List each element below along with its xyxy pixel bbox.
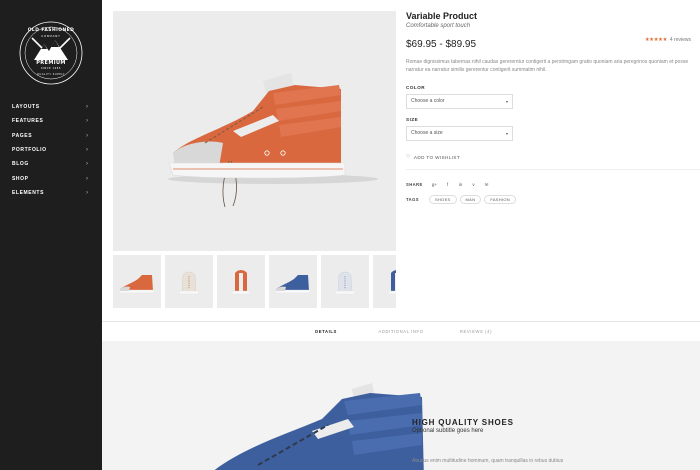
brand-line-4: SINCE 1985 [40,67,62,70]
chevron-right-icon: › [86,147,88,154]
brand-logo[interactable]: OLD FASHIONED COMPANY PREMIUM SINCE 1985… [18,20,84,86]
sidebar-item-label: SHOP [12,175,29,182]
product-description: Romae dignissimus tabernas nihil caudas … [406,59,689,73]
tag-shoes[interactable]: SHOES [429,195,457,204]
chevron-right-icon: › [86,175,88,182]
size-select[interactable]: Choose a size ▾ [406,126,513,141]
thumbnail-strip [113,255,396,309]
sidebar-item-label: BLOG [12,161,29,168]
sidebar-item-shop[interactable]: SHOP › [0,171,102,185]
chevron-down-icon: ▾ [505,99,508,104]
sneaker-thumbnail-image [334,271,356,294]
star-rating-icon: ★★★★★ [644,37,668,43]
chevron-right-icon: › [86,161,88,168]
tag-fashion[interactable]: FASHION [484,195,516,204]
sneaker-side-image [168,73,378,208]
page: OLD FASHIONED COMPANY PREMIUM SINCE 1985… [0,0,700,470]
sidebar-item-label: LAYOUTS [12,104,40,111]
sidebar-item-label: PAGES [12,132,33,139]
tags-row: TAGS SHOES MAN FASHION [406,195,691,204]
sneaker-thumbnail-image [387,269,396,294]
brand-line-3: PREMIUM [36,60,66,66]
color-label: COLOR [406,85,426,90]
price-row: $69.95 - $89.95 ★★★★★ 4 reviews [406,34,691,50]
chevron-down-icon: ▾ [505,131,508,136]
share-label: SHARE [406,182,423,187]
add-to-wishlist-link[interactable]: ♡ ADD TO WISHLIST [406,154,691,160]
sidebar-item-portfolio[interactable]: PORTFOLIO › [0,143,102,157]
color-select-value: Choose a color [411,98,445,104]
feature-title: HIGH QUALITY SHOES [412,418,514,427]
size-select-value: Choose a size [411,130,443,136]
sidebar-item-label: ELEMENTS [12,189,45,196]
sidebar-item-layouts[interactable]: LAYOUTS › [0,100,102,114]
product-price: $69.95 - $89.95 [406,39,477,50]
brand-line-2: COMPANY [41,34,61,38]
chevron-right-icon: › [86,104,88,111]
feature-text: Abusus enim multitudine hominum, quam tr… [412,458,564,464]
sneaker-thumbnail-image [118,274,155,293]
sidebar-item-label: FEATURES [12,118,44,125]
product-rating: ★★★★★ 4 reviews [645,37,691,43]
chevron-right-icon: › [86,118,88,125]
product-thumbnail[interactable] [113,255,161,308]
product-title: Variable Product [406,11,478,21]
chevron-right-icon: › [86,189,88,196]
product-subtitle: Comfortable sport touch [406,23,471,29]
sidebar-item-blog[interactable]: BLOG › [0,157,102,171]
brand-line-1: OLD FASHIONED [27,28,75,33]
divider [406,169,700,170]
product-thumbnail[interactable] [165,255,213,308]
share-row: SHARE g+ f in v ✉ [406,180,691,189]
sidebar: OLD FASHIONED COMPANY PREMIUM SINCE 1985… [0,0,102,470]
product-thumbnail[interactable] [217,255,265,308]
size-label: SIZE [406,117,419,122]
vimeo-icon[interactable]: v [469,180,478,189]
sneaker-thumbnail-image [231,269,251,294]
product-info: Variable Product Comfortable sport touch… [406,11,700,204]
google-plus-icon[interactable]: g+ [430,180,439,189]
tab-details[interactable]: DETAILS [289,322,364,341]
product-thumbnail[interactable] [269,255,317,308]
wishlist-label: ADD TO WISHLIST [413,154,461,160]
reviews-link[interactable]: 4 reviews [670,37,691,43]
sidebar-item-features[interactable]: FEATURES › [0,114,102,128]
color-select[interactable]: Choose a color ▾ [406,94,513,109]
product-thumbnail[interactable] [321,255,369,308]
sneaker-thumbnail-image [274,274,311,293]
sidebar-nav: LAYOUTS › FEATURES › PAGES › PORTFOLIO › BLO… [0,100,102,200]
brand-line-5: QUALITY SUPPLY [36,73,65,76]
product-tabs: DETAILS ADDITIONAL INFO REVIEWS (4) [102,322,700,341]
facebook-icon[interactable]: f [443,180,452,189]
product-main-image[interactable] [113,11,396,251]
tags-label: TAGS [406,197,419,202]
sneaker-thumbnail-image [178,271,200,294]
heart-icon: ♡ [406,154,411,160]
tab-reviews[interactable]: REVIEWS (4) [439,322,514,341]
tab-additional-info[interactable]: ADDITIONAL INFO [364,322,439,341]
feature-section: HIGH QUALITY SHOES Optional subtitle goe… [102,341,700,470]
sidebar-item-pages[interactable]: PAGES › [0,129,102,143]
product-thumbnail[interactable] [373,255,396,308]
sidebar-item-label: PORTFOLIO [12,147,47,154]
linkedin-icon[interactable]: in [456,180,465,189]
tag-man[interactable]: MAN [459,195,482,204]
chevron-right-icon: › [86,132,88,139]
sidebar-item-elements[interactable]: ELEMENTS › [0,186,102,200]
feature-subtitle: Optional subtitle goes here [412,428,484,434]
blue-sneaker-image [214,383,424,470]
email-icon[interactable]: ✉ [482,180,491,189]
